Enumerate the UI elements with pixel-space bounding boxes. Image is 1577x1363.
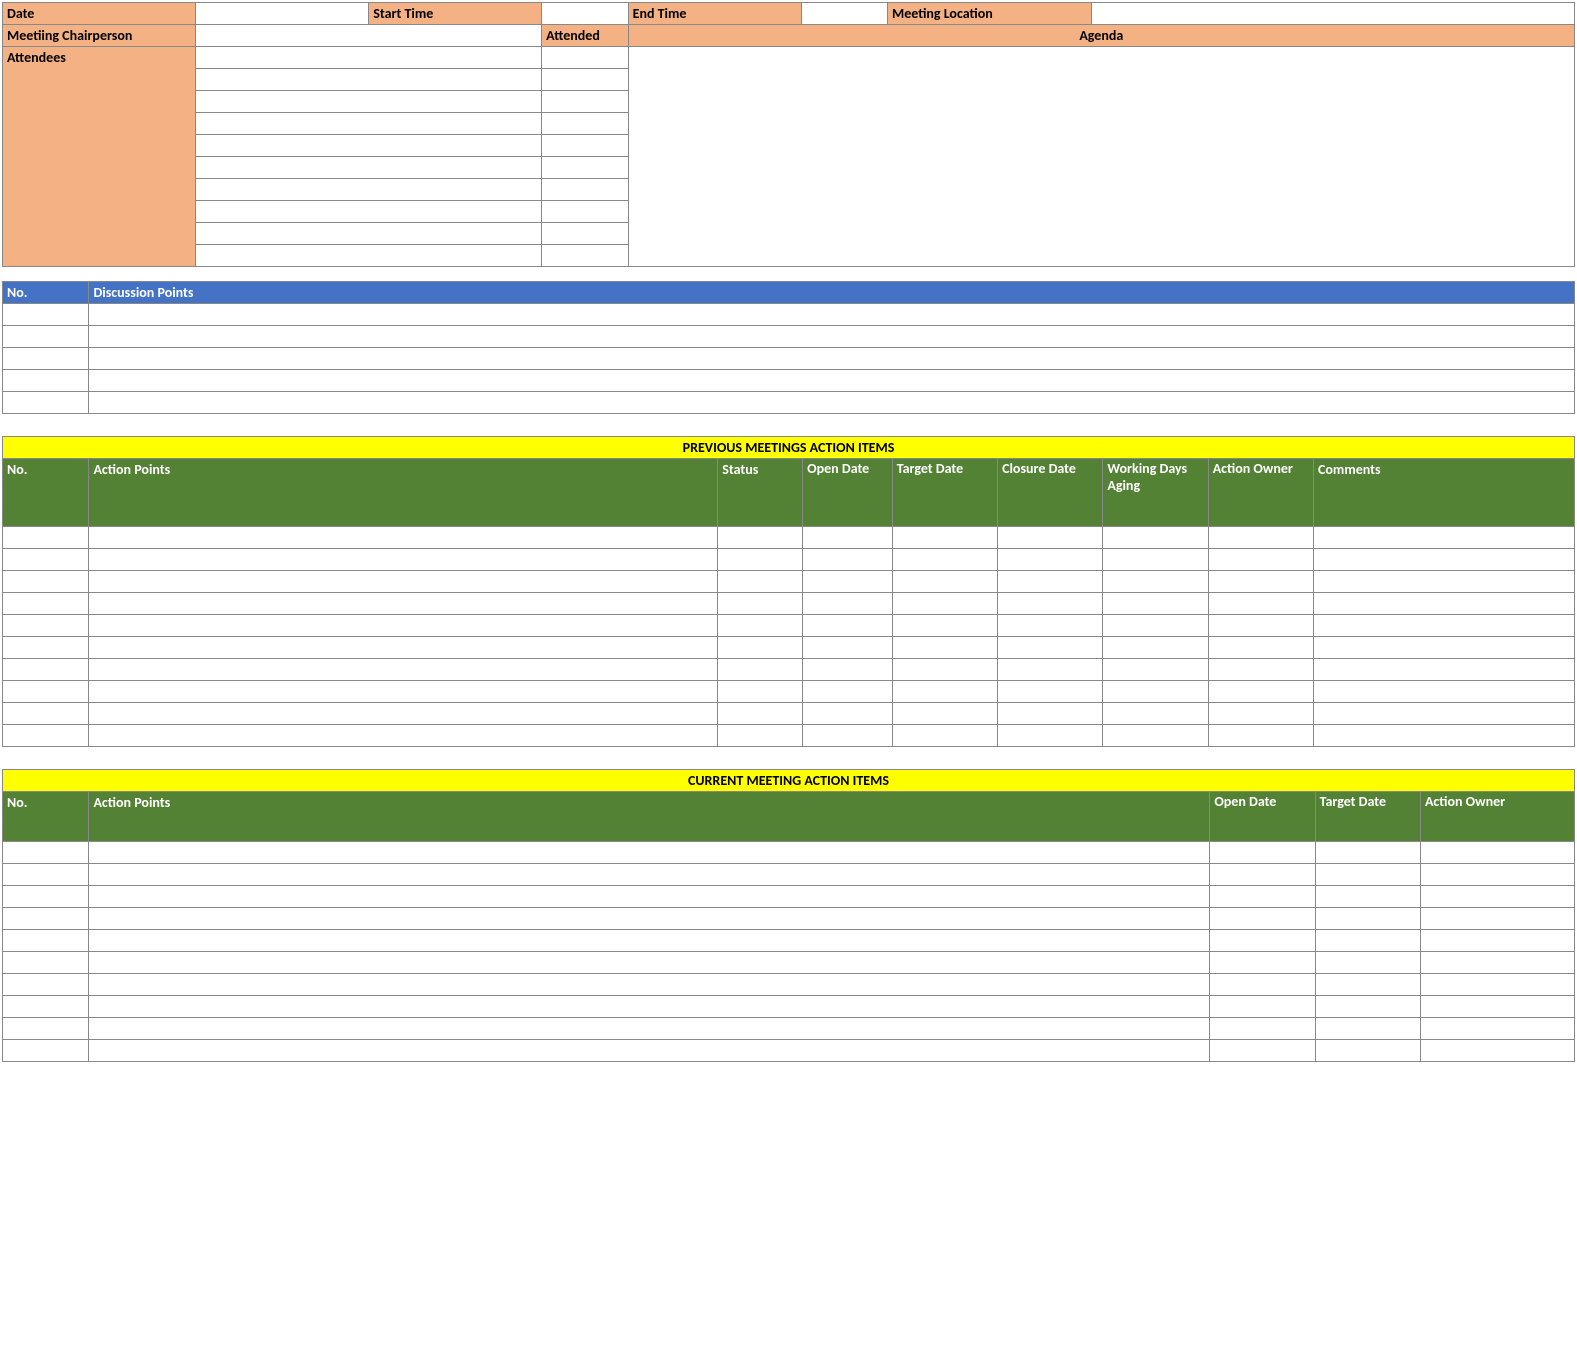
attendee-name-cell[interactable] (196, 47, 542, 69)
attendee-name-cell[interactable] (196, 69, 542, 91)
cur-col-action-owner: Action Owner (1420, 792, 1574, 842)
prev-col-action-points: Action Points (89, 459, 718, 527)
prev-col-open-date: Open Date (803, 459, 893, 527)
discussion-point-cell[interactable] (89, 370, 1575, 392)
prev-col-action-owner: Action Owner (1208, 459, 1313, 527)
discussion-points-table: No. Discussion Points (2, 281, 1575, 414)
table-row (3, 527, 1575, 549)
cur-col-target-date: Target Date (1315, 792, 1420, 842)
discussion-point-cell[interactable] (89, 304, 1575, 326)
table-row (3, 996, 1575, 1018)
prev-col-status: Status (718, 459, 803, 527)
agenda-label: Agenda (628, 25, 1574, 47)
attended-cell[interactable] (542, 69, 628, 91)
prev-col-working-aging: Working Days Aging (1103, 459, 1208, 527)
table-row (3, 703, 1575, 725)
attendee-name-cell[interactable] (196, 179, 542, 201)
attendee-name-cell[interactable] (196, 223, 542, 245)
agenda-body[interactable] (628, 47, 1574, 267)
table-row (3, 1018, 1575, 1040)
end-time-value[interactable] (801, 3, 887, 25)
previous-title: PREVIOUS MEETINGS ACTION ITEMS (3, 437, 1575, 459)
cur-col-action-points: Action Points (89, 792, 1210, 842)
start-time-value[interactable] (542, 3, 628, 25)
table-row (3, 930, 1575, 952)
prev-col-comments: Comments (1314, 459, 1575, 527)
attended-cell[interactable] (542, 245, 628, 267)
table-row (3, 974, 1575, 996)
table-row (3, 637, 1575, 659)
attended-cell[interactable] (542, 201, 628, 223)
meeting-header-table: Date Start Time End Time Meeting Locatio… (2, 2, 1575, 267)
table-row (3, 886, 1575, 908)
prev-col-no: No. (3, 459, 89, 527)
prev-col-target-date: Target Date (892, 459, 997, 527)
discussion-point-cell[interactable] (89, 348, 1575, 370)
attendee-name-cell[interactable] (196, 245, 542, 267)
attendees-label: Attendees (3, 47, 196, 267)
previous-action-items-table: PREVIOUS MEETINGS ACTION ITEMS No. Actio… (2, 436, 1575, 747)
table-row (3, 952, 1575, 974)
attended-cell[interactable] (542, 135, 628, 157)
discussion-no-header: No. (3, 282, 89, 304)
table-row (3, 908, 1575, 930)
discussion-no-cell[interactable] (3, 304, 89, 326)
discussion-no-cell[interactable] (3, 392, 89, 414)
prev-col-closure-date: Closure Date (998, 459, 1103, 527)
meeting-location-value[interactable] (1092, 3, 1575, 25)
table-row (3, 571, 1575, 593)
attended-cell[interactable] (542, 91, 628, 113)
discussion-points-header: Discussion Points (89, 282, 1575, 304)
table-row (3, 593, 1575, 615)
current-title: CURRENT MEETING ACTION ITEMS (3, 770, 1575, 792)
table-row (3, 842, 1575, 864)
table-row (3, 681, 1575, 703)
discussion-no-cell[interactable] (3, 326, 89, 348)
discussion-point-cell[interactable] (89, 326, 1575, 348)
cur-col-no: No. (3, 792, 89, 842)
chairperson-label: Meetiing Chairperson (3, 25, 196, 47)
current-action-items-table: CURRENT MEETING ACTION ITEMS No. Action … (2, 769, 1575, 1062)
attended-cell[interactable] (542, 223, 628, 245)
end-time-label: End Time (628, 3, 801, 25)
date-value[interactable] (196, 3, 369, 25)
attendee-name-cell[interactable] (196, 201, 542, 223)
table-row (3, 659, 1575, 681)
table-row (3, 864, 1575, 886)
meeting-location-label: Meeting Location (887, 3, 1091, 25)
attendee-name-cell[interactable] (196, 91, 542, 113)
table-row (3, 615, 1575, 637)
attended-cell[interactable] (542, 47, 628, 69)
attended-cell[interactable] (542, 157, 628, 179)
cur-col-open-date: Open Date (1210, 792, 1315, 842)
discussion-no-cell[interactable] (3, 370, 89, 392)
table-row (3, 1040, 1575, 1062)
discussion-no-cell[interactable] (3, 348, 89, 370)
attendee-name-cell[interactable] (196, 135, 542, 157)
attendee-name-cell[interactable] (196, 157, 542, 179)
chairperson-value[interactable] (196, 25, 542, 47)
attended-cell[interactable] (542, 179, 628, 201)
discussion-point-cell[interactable] (89, 392, 1575, 414)
start-time-label: Start Time (369, 3, 542, 25)
date-label: Date (3, 3, 196, 25)
attended-label: Attended (542, 25, 628, 47)
attended-cell[interactable] (542, 113, 628, 135)
table-row (3, 549, 1575, 571)
attendee-name-cell[interactable] (196, 113, 542, 135)
table-row (3, 725, 1575, 747)
